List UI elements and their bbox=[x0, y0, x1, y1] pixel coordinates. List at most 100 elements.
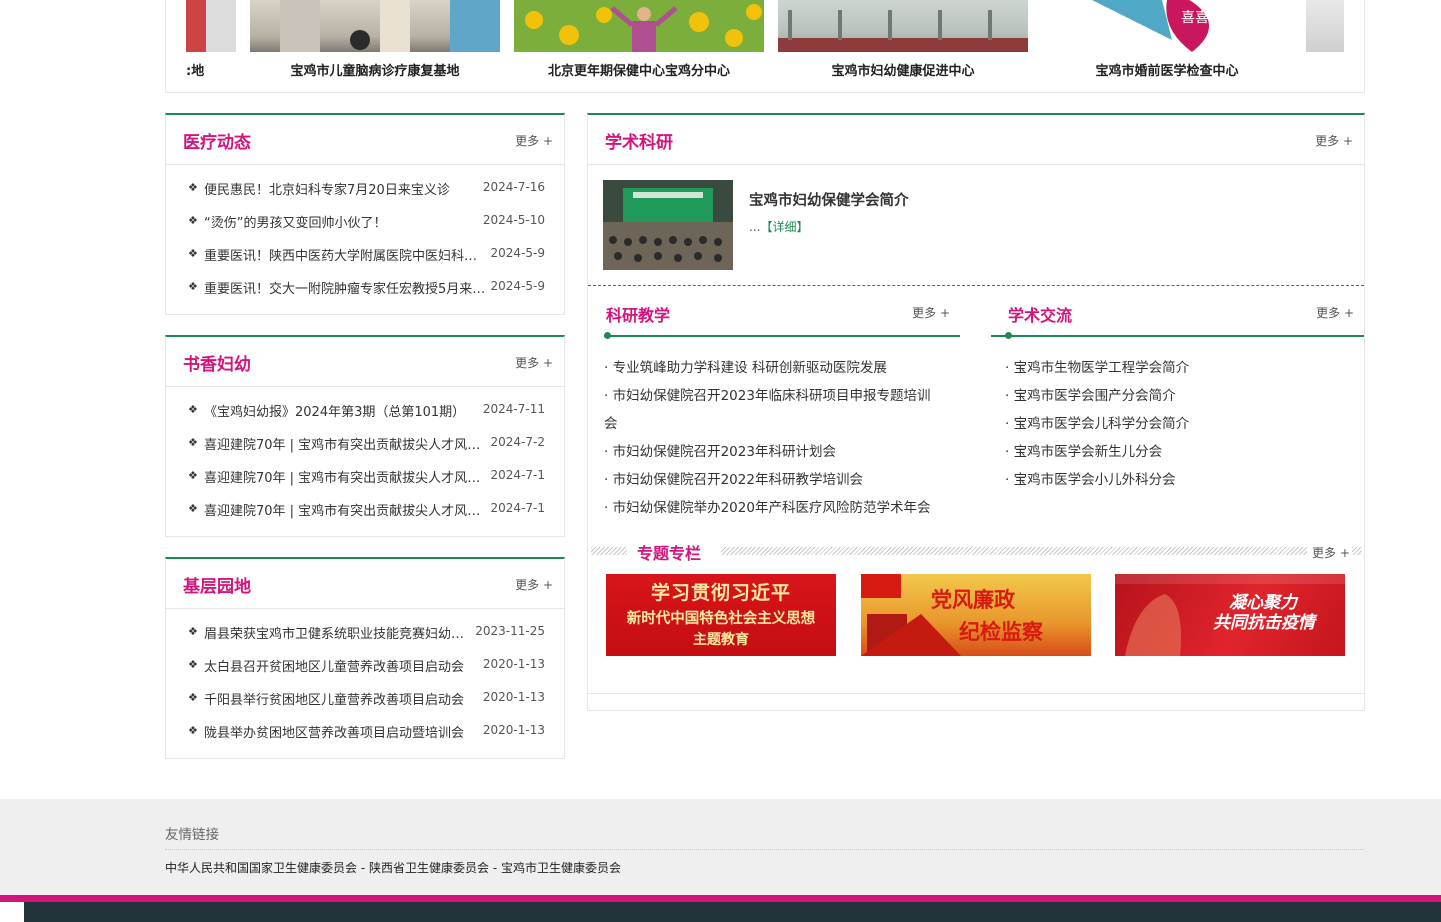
friend-link[interactable]: 中华人民共和国国家卫生健康委员会 bbox=[165, 861, 357, 875]
footer-dark bbox=[24, 902, 1441, 922]
friend-link[interactable]: 宝鸡市卫生健康委员会 bbox=[501, 861, 621, 875]
divider bbox=[588, 693, 1364, 694]
more-link[interactable]: 更多 + bbox=[1312, 544, 1350, 561]
detail-link[interactable]: 【详细】 bbox=[760, 220, 808, 234]
bullet-icon: ❖ bbox=[188, 724, 198, 737]
list-item[interactable]: · 专业筑峰助力学科建设 科研创新驱动医院发展 bbox=[604, 354, 930, 382]
books-panel: 书香妇幼 更多 + ❖ 《宝鸡妇幼报》2024年第3期（总第101期） 2024-7… bbox=[165, 335, 565, 537]
list-item[interactable]: ❖ 眉县荣获宝鸡市卫健系统职业技能竞赛妇幼保健项目团体奖2023-11-25 bbox=[166, 623, 564, 656]
more-link[interactable]: 更多 + bbox=[1316, 304, 1354, 321]
list-item[interactable]: ❖ 重要医讯！交大一附院肿瘤专家任宏教授5月来院坐诊 2024-5-9 bbox=[166, 278, 564, 311]
list-item[interactable]: ❖ 喜迎建院70年 | 宝鸡市有突出贡献拔尖人才风采展示 2024-7-1 bbox=[166, 500, 564, 533]
carousel-caption: 宝鸡市婚前医学检查中心 bbox=[1095, 64, 1239, 79]
section-underline bbox=[991, 335, 1364, 337]
item-title[interactable]: 陇县举办贫困地区营养改善项目启动暨培训会 bbox=[204, 722, 482, 741]
list-item[interactable]: · 宝鸡市生物医学工程学会简介 bbox=[1005, 354, 1189, 382]
list-item-continuation[interactable]: 会 bbox=[604, 410, 930, 438]
friend-links-section: 友情链接 中华人民共和国国家卫生健康委员会 - 陕西省卫生健康委员会 - 宝鸡市… bbox=[0, 799, 1441, 896]
feature-summary: ...【详细】 bbox=[749, 218, 808, 235]
banner-line: 共同抗击疫情 bbox=[1213, 613, 1315, 633]
item-title[interactable]: 《宝鸡妇幼报》2024年第3期（总第101期） bbox=[204, 401, 490, 420]
list-item[interactable]: · 市妇幼保健院举办2020年产科医疗风险防范学术年会 bbox=[604, 494, 930, 522]
carousel-caption: 北京更年期保健中心宝鸡分中心 bbox=[547, 64, 730, 79]
carousel-item[interactable]: 宝鸡市妇幼健康促进中心 bbox=[778, 0, 1028, 79]
friend-link[interactable]: 陕西省卫生健康委员会 bbox=[369, 861, 489, 875]
list-item[interactable]: ❖ 太白县召开贫困地区儿童营养改善项目启动会 2020-1-13 bbox=[166, 656, 564, 689]
feature-title[interactable]: 宝鸡市妇幼保健学会简介 bbox=[749, 189, 909, 210]
underline-dot bbox=[1005, 332, 1012, 339]
svg-text:喜喜: 喜喜 bbox=[1181, 10, 1209, 26]
list-item[interactable]: · 宝鸡市医学会围产分会简介 bbox=[1005, 382, 1189, 410]
item-title[interactable]: 千阳县举行贫困地区儿童营养改善项目启动会 bbox=[204, 689, 482, 708]
item-title[interactable]: 太白县召开贫困地区儿童营养改善项目启动会 bbox=[204, 656, 482, 675]
banner-party[interactable]: 党风廉政 纪检监察 bbox=[861, 574, 1091, 656]
bullet-icon: ❖ bbox=[188, 214, 198, 227]
stripe-decoration bbox=[1352, 547, 1362, 555]
carousel-item[interactable]: :地 bbox=[186, 0, 236, 79]
section-title: 学术交流 bbox=[1008, 306, 1073, 325]
banner-line: 学习贯彻习近平 bbox=[650, 582, 791, 604]
item-date: 2020-1-13 bbox=[482, 723, 545, 737]
item-title[interactable]: 眉县荣获宝鸡市卫健系统职业技能竞赛妇幼保健项目团体奖 bbox=[204, 623, 474, 642]
bullet-icon: ❖ bbox=[188, 181, 198, 194]
list-item[interactable]: ❖ 喜迎建院70年 | 宝鸡市有突出贡献拔尖人才风采展示 2024-7-1 bbox=[166, 467, 564, 500]
research-section: 科研教学 更多 + · 专业筑峰助力学科建设 科研创新驱动医院发展 · 市妇幼保… bbox=[604, 302, 960, 516]
list-item[interactable]: · 宝鸡市医学会小儿外科分会 bbox=[1005, 466, 1189, 494]
list-item[interactable]: ❖ 《宝鸡妇幼报》2024年第3期（总第101期） 2024-7-11 bbox=[166, 401, 564, 434]
item-title[interactable]: “烫伤”的男孩又变回帅小伙了！ bbox=[204, 212, 490, 231]
bullet-icon: ❖ bbox=[188, 469, 198, 482]
item-title[interactable]: 喜迎建院70年 | 宝鸡市有突出贡献拔尖人才风采展示 bbox=[204, 500, 490, 519]
banner-epidemic[interactable]: 凝心聚力 共同抗击疫情 bbox=[1115, 574, 1345, 656]
list-item[interactable]: ❖ 陇县举办贫困地区营养改善项目启动暨培训会 2020-1-13 bbox=[166, 722, 564, 755]
list-item[interactable]: · 宝鸡市医学会新生儿分会 bbox=[1005, 438, 1189, 466]
item-date: 2020-1-13 bbox=[482, 690, 545, 704]
panel-title: 学术科研 bbox=[605, 133, 673, 153]
item-date: 2020-1-13 bbox=[482, 657, 545, 671]
list-item[interactable]: ❖ 便民惠民！北京妇科专家7月20日来宝义诊 2024-7-16 bbox=[166, 179, 564, 212]
carousel-item[interactable]: 宝鸡市儿童脑病诊疗康复基地 bbox=[250, 0, 500, 79]
more-link[interactable]: 更多 + bbox=[515, 354, 553, 371]
bullet-icon: ❖ bbox=[188, 625, 198, 638]
panel-title: 医疗动态 bbox=[183, 133, 251, 153]
feature-image[interactable] bbox=[603, 180, 733, 270]
carousel-item[interactable] bbox=[1306, 0, 1344, 52]
list-item[interactable]: · 市妇幼保健院召开2022年科研教学培训会 bbox=[604, 466, 930, 494]
item-title[interactable]: 便民惠民！北京妇科专家7月20日来宝义诊 bbox=[204, 179, 490, 198]
medical-news-panel: 医疗动态 更多 + ❖ 便民惠民！北京妇科专家7月20日来宝义诊 2024-7-16… bbox=[165, 113, 565, 315]
friend-links-title: 友情链接 bbox=[165, 827, 219, 843]
link-separator: - bbox=[489, 861, 501, 875]
list-item[interactable]: · 市妇幼保健院召开2023年临床科研项目申报专题培训 bbox=[604, 382, 930, 410]
more-link[interactable]: 更多 + bbox=[1315, 132, 1353, 149]
list-item[interactable]: · 宝鸡市医学会儿科学分会简介 bbox=[1005, 410, 1189, 438]
list-item[interactable]: ❖ 重要医讯！陕西中医药大学附属医院中医妇科专家来院坐诊2024-5-9 bbox=[166, 245, 564, 278]
bullet-icon: ❖ bbox=[188, 247, 198, 260]
underline-dot bbox=[604, 332, 611, 339]
carousel-photo bbox=[1306, 0, 1344, 52]
banner-line: 主题教育 bbox=[693, 632, 749, 648]
item-date: 2024-5-9 bbox=[490, 246, 545, 260]
item-title[interactable]: 喜迎建院70年 | 宝鸡市有突出贡献拔尖人才风采展示 bbox=[204, 434, 490, 453]
item-date: 2024-7-16 bbox=[482, 180, 545, 194]
list-item[interactable]: · 市妇幼保健院召开2023年科研计划会 bbox=[604, 438, 930, 466]
item-title[interactable]: 重要医讯！陕西中医药大学附属医院中医妇科专家来院坐诊 bbox=[204, 245, 490, 264]
panel-title: 基层园地 bbox=[183, 577, 251, 597]
banner-study[interactable]: 学习贯彻习近平 新时代中国特色社会主义思想 主题教育 bbox=[606, 574, 836, 656]
more-link[interactable]: 更多 + bbox=[515, 132, 553, 149]
item-title[interactable]: 喜迎建院70年 | 宝鸡市有突出贡献拔尖人才风采展示 bbox=[204, 467, 490, 486]
banner-line: 纪检监察 bbox=[959, 619, 1043, 644]
list-item[interactable]: ❖ 千阳县举行贫困地区儿童营养改善项目启动会 2020-1-13 bbox=[166, 689, 564, 722]
item-date: 2024-7-1 bbox=[490, 468, 545, 482]
more-link[interactable]: 更多 + bbox=[912, 304, 950, 321]
carousel-item[interactable]: 北京更年期保健中心宝鸡分中心 bbox=[514, 0, 764, 79]
carousel-photo bbox=[778, 0, 1028, 52]
item-date: 2024-7-2 bbox=[490, 435, 545, 449]
bullet-icon: ❖ bbox=[188, 280, 198, 293]
bullet-icon: ❖ bbox=[188, 691, 198, 704]
more-link[interactable]: 更多 + bbox=[515, 576, 553, 593]
item-title[interactable]: 重要医讯！交大一附院肿瘤专家任宏教授5月来院坐诊 bbox=[204, 278, 490, 297]
list-item[interactable]: ❖ “烫伤”的男孩又变回帅小伙了！ 2024-5-10 bbox=[166, 212, 564, 245]
section-title: 科研教学 bbox=[606, 306, 671, 325]
carousel-caption: 宝鸡市妇幼健康促进中心 bbox=[831, 64, 975, 79]
carousel-item[interactable]: 喜喜 宝鸡市婚前医学检查中心 bbox=[1042, 0, 1292, 79]
list-item[interactable]: ❖ 喜迎建院70年 | 宝鸡市有突出贡献拔尖人才风采展示 2024-7-2 bbox=[166, 434, 564, 467]
